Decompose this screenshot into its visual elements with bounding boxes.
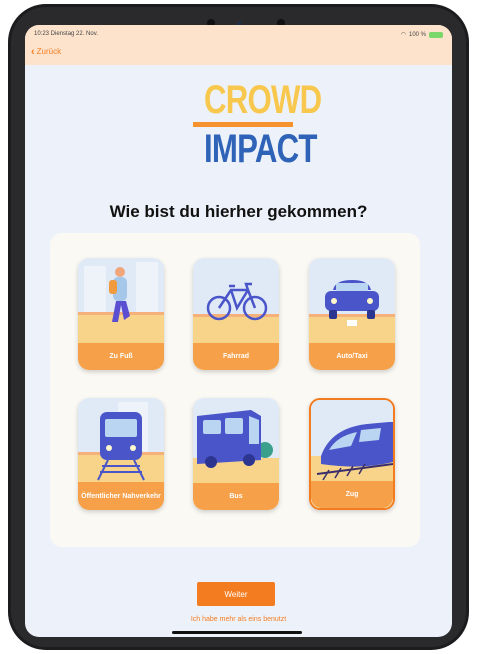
option-label: Bus xyxy=(193,483,279,510)
option-oeffentlicher-nahverkehr[interactable]: Öffentlicher Nahverkehr xyxy=(78,398,164,510)
chevron-left-icon: ‹ xyxy=(31,45,35,58)
app-screen: 10:23 Dienstag 22. Nov. ◠ 100 % ‹ Zurück… xyxy=(25,25,452,637)
status-indicators: ◠ 100 % xyxy=(401,31,443,38)
option-label: Auto/Taxi xyxy=(309,343,395,370)
logo-line-crowd: CROWD xyxy=(204,78,322,122)
option-label: Zug xyxy=(311,481,393,508)
page-title: Wie bist du hierher gekommen? xyxy=(109,202,368,221)
status-time: 10:23 Dienstag 22. Nov. xyxy=(34,31,98,37)
option-label: Öffentlicher Nahverkehr xyxy=(78,482,164,510)
option-zu-fuss[interactable]: Zu Fuß xyxy=(78,258,164,370)
back-label: Zurück xyxy=(36,47,62,56)
header-bar: 10:23 Dienstag 22. Nov. ◠ 100 % ‹ Zurück xyxy=(25,25,452,65)
battery-icon xyxy=(429,31,443,38)
option-label: Fahrrad xyxy=(193,343,279,370)
option-fahrrad[interactable]: Fahrrad xyxy=(193,258,279,370)
home-indicator[interactable] xyxy=(172,631,302,634)
multiple-transport-link[interactable]: Ich habe mehr als eins benutzt xyxy=(25,616,452,623)
continue-button[interactable]: Weiter xyxy=(197,582,275,606)
wifi-icon: ◠ xyxy=(400,32,406,38)
crowd-impact-logo: CROWD IMPACT xyxy=(193,78,322,180)
logo-line-impact: IMPACT xyxy=(204,127,317,171)
back-button[interactable]: ‹ Zurück xyxy=(31,45,62,58)
option-bus[interactable]: Bus xyxy=(193,398,279,510)
option-zug[interactable]: Zug xyxy=(309,398,395,510)
option-auto-taxi[interactable]: Auto/Taxi xyxy=(309,258,395,370)
battery-percentage: 100 % xyxy=(408,31,426,38)
option-label: Zu Fuß xyxy=(78,343,164,370)
